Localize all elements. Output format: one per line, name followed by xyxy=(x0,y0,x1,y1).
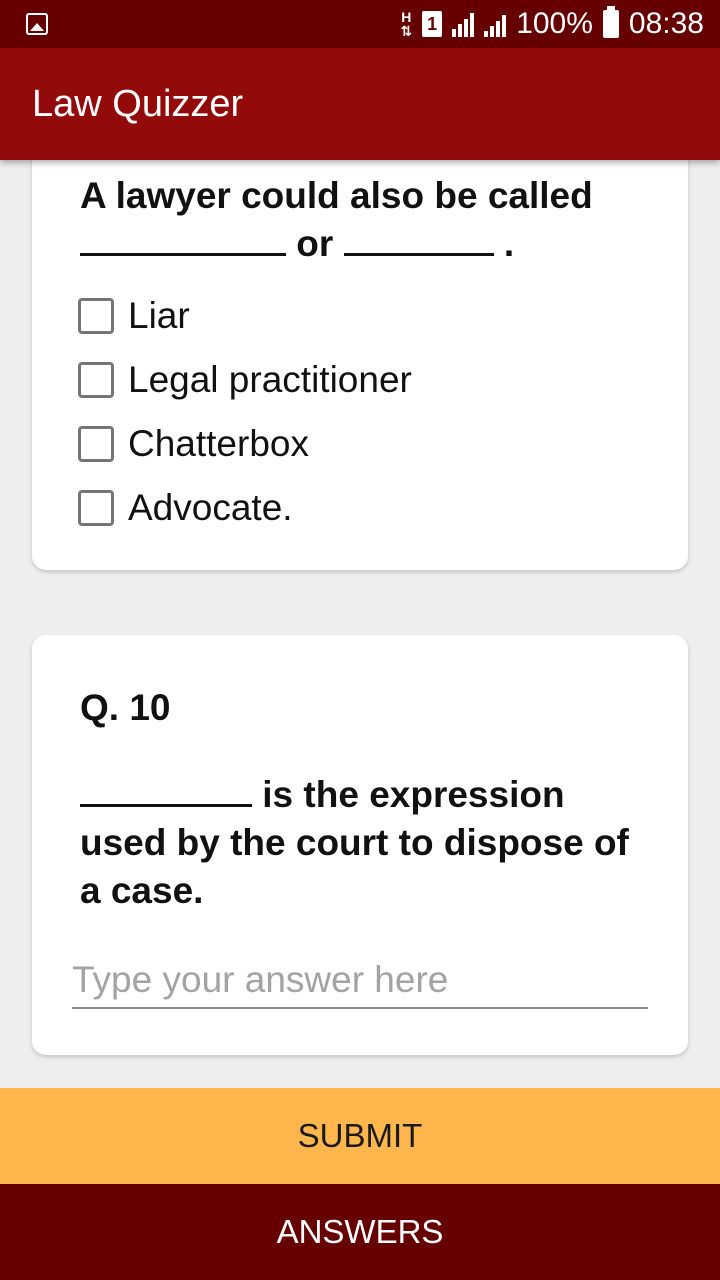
app-title: Law Quizzer xyxy=(32,82,244,125)
answers-button[interactable]: ANSWERS xyxy=(0,1184,720,1280)
signal-sim2-icon xyxy=(484,11,507,37)
option-chatterbox[interactable]: Chatterbox xyxy=(78,412,412,476)
battery-percent: 100% xyxy=(516,7,593,40)
battery-icon xyxy=(602,6,619,38)
checkbox-icon[interactable] xyxy=(78,426,114,462)
answer-blank xyxy=(80,804,252,807)
question-line: is the expression xyxy=(80,771,640,819)
question-text: A lawyer could also be called or . xyxy=(80,172,640,268)
signal-sim1-icon xyxy=(452,11,475,37)
sim-slot-icon: 1 xyxy=(422,11,443,37)
option-legal-practitioner[interactable]: Legal practitioner xyxy=(78,348,412,412)
checkbox-icon[interactable] xyxy=(78,298,114,334)
option-advocate[interactable]: Advocate. xyxy=(78,476,412,540)
checkbox-icon[interactable] xyxy=(78,362,114,398)
checkbox-icon[interactable] xyxy=(78,490,114,526)
option-label: Liar xyxy=(128,295,190,336)
option-label: Chatterbox xyxy=(128,423,309,464)
question-text: is the expression used by the court to d… xyxy=(80,771,640,915)
status-bar: H ⇅ 1 100% 08:38 xyxy=(0,0,720,48)
clock: 08:38 xyxy=(628,7,704,40)
gallery-notification-icon xyxy=(26,13,48,35)
question-line: A lawyer could also be called xyxy=(80,175,593,216)
option-label: Legal practitioner xyxy=(128,359,412,400)
or-text: or xyxy=(296,223,334,264)
submit-button[interactable]: SUBMIT xyxy=(0,1088,720,1184)
option-label: Advocate. xyxy=(128,487,293,528)
period-text: . xyxy=(503,223,515,264)
answer-input[interactable] xyxy=(72,953,648,1009)
app-bar: Law Quizzer xyxy=(0,48,720,160)
option-liar[interactable]: Liar xyxy=(78,284,412,348)
question-card: A lawyer could also be called or . Liar … xyxy=(32,160,688,570)
quiz-scroll-area[interactable]: A lawyer could also be called or . Liar … xyxy=(0,160,720,1088)
question-line: used by the court to dispose of xyxy=(80,822,629,863)
question-card-10: Q. 10 is the expression used by the cour… xyxy=(32,635,688,1055)
question-blanks-line: or . xyxy=(80,220,640,268)
options-list: Liar Legal practitioner Chatterbox Advoc… xyxy=(78,284,412,540)
answer-blank xyxy=(343,253,494,256)
question-line: a case. xyxy=(80,870,204,911)
question-number: Q. 10 xyxy=(80,687,171,728)
network-type-icon: H ⇅ xyxy=(400,9,413,39)
answer-blank xyxy=(80,253,286,256)
question-fragment: is the expression xyxy=(262,774,565,815)
